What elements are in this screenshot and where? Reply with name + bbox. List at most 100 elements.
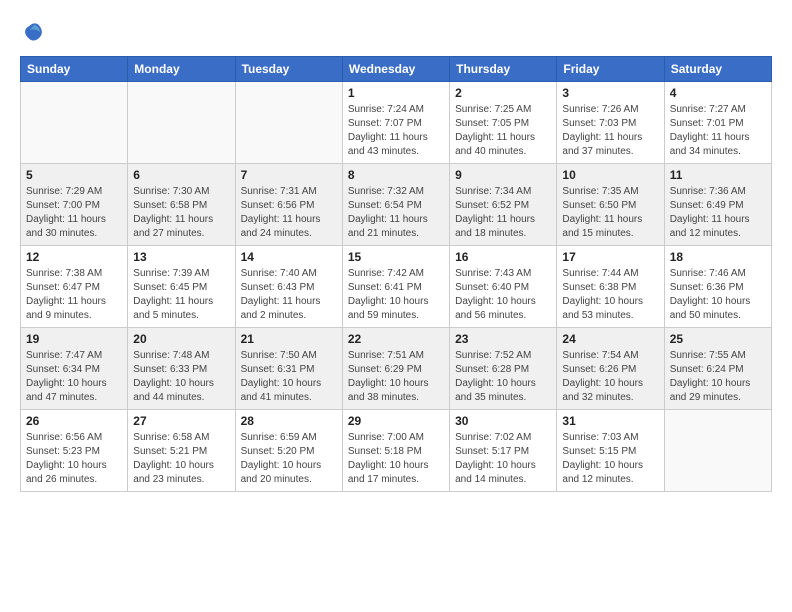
day-number: 25 — [670, 332, 766, 346]
calendar-day-cell: 10Sunrise: 7:35 AMSunset: 6:50 PMDayligh… — [557, 164, 664, 246]
calendar-day-cell: 16 Sunrise: 7:43 AMSunset: 6:40 PMDayligh… — [450, 246, 557, 328]
day-info: Sunrise: 7:43 AMSunset: 6:40 PMDaylight:… — [455, 267, 551, 323]
calendar-week-row: 12 Sunrise: 7:38 AMSunset: 6:47 PMDayligh… — [21, 246, 772, 328]
day-number: 4 — [670, 86, 766, 100]
calendar-week-row: 5 Sunrise: 7:29 AMSunset: 7:00 PMDaylight… — [21, 164, 772, 246]
day-info: Sunrise: 7:39 AMSunset: 6:45 PMDaylight:… — [133, 267, 229, 323]
day-info: Sunrise: 7:51 AMSunset: 6:29 PMDaylight:… — [348, 349, 444, 405]
day-info: Sunrise: 7:31 AMSunset: 6:56 PMDaylight:… — [241, 185, 337, 241]
day-number: 3 — [562, 86, 658, 100]
day-number: 1 — [348, 86, 444, 100]
calendar-day-cell: 3 Sunrise: 7:26 AMSunset: 7:03 PMDaylight… — [557, 82, 664, 164]
day-number: 27 — [133, 414, 229, 428]
day-number: 13 — [133, 250, 229, 264]
calendar-day-cell: 31 Sunrise: 7:03 AMSunset: 5:15 PMDayligh… — [557, 410, 664, 492]
day-number: 31 — [562, 414, 658, 428]
calendar-day-cell: 29 Sunrise: 7:00 AMSunset: 5:18 PMDayligh… — [342, 410, 449, 492]
day-number: 26 — [26, 414, 122, 428]
day-number: 28 — [241, 414, 337, 428]
day-info: Sunrise: 7:27 AMSunset: 7:01 PMDaylight:… — [670, 103, 766, 159]
day-info: Sunrise: 7:44 AMSunset: 6:38 PMDaylight:… — [562, 267, 658, 323]
day-number: 17 — [562, 250, 658, 264]
calendar-day-cell: 27 Sunrise: 6:58 AMSunset: 5:21 PMDayligh… — [128, 410, 235, 492]
day-info: Sunrise: 7:32 AMSunset: 6:54 PMDaylight:… — [348, 185, 444, 241]
calendar-day-cell: 19 Sunrise: 7:47 AMSunset: 6:34 PMDayligh… — [21, 328, 128, 410]
page-container: SundayMondayTuesdayWednesdayThursdayFrid… — [0, 0, 792, 512]
day-number: 9 — [455, 168, 551, 182]
day-number: 11 — [670, 168, 766, 182]
calendar-day-cell: 22 Sunrise: 7:51 AMSunset: 6:29 PMDayligh… — [342, 328, 449, 410]
day-number: 22 — [348, 332, 444, 346]
day-info: Sunrise: 7:24 AMSunset: 7:07 PMDaylight:… — [348, 103, 444, 159]
calendar-header-row: SundayMondayTuesdayWednesdayThursdayFrid… — [21, 57, 772, 82]
calendar-day-cell: 9 Sunrise: 7:34 AMSunset: 6:52 PMDaylight… — [450, 164, 557, 246]
logo-icon — [20, 20, 44, 44]
calendar-day-header: Saturday — [664, 57, 771, 82]
day-number: 2 — [455, 86, 551, 100]
day-number: 15 — [348, 250, 444, 264]
calendar-day-cell: 4 Sunrise: 7:27 AMSunset: 7:01 PMDaylight… — [664, 82, 771, 164]
calendar-day-cell: 23Sunrise: 7:52 AMSunset: 6:28 PMDayligh… — [450, 328, 557, 410]
calendar-day-cell: 12 Sunrise: 7:38 AMSunset: 6:47 PMDayligh… — [21, 246, 128, 328]
calendar-day-cell: 5 Sunrise: 7:29 AMSunset: 7:00 PMDaylight… — [21, 164, 128, 246]
day-number: 10 — [562, 168, 658, 182]
calendar-day-cell: 8 Sunrise: 7:32 AMSunset: 6:54 PMDaylight… — [342, 164, 449, 246]
day-number: 19 — [26, 332, 122, 346]
calendar-day-header: Friday — [557, 57, 664, 82]
day-info: Sunrise: 7:40 AMSunset: 6:43 PMDaylight:… — [241, 267, 337, 323]
day-number: 24 — [562, 332, 658, 346]
calendar-day-cell: 17 Sunrise: 7:44 AMSunset: 6:38 PMDayligh… — [557, 246, 664, 328]
day-number: 5 — [26, 168, 122, 182]
calendar-day-cell: 14Sunrise: 7:40 AMSunset: 6:43 PMDayligh… — [235, 246, 342, 328]
day-info: Sunrise: 7:26 AMSunset: 7:03 PMDaylight:… — [562, 103, 658, 159]
calendar-week-row: 26 Sunrise: 6:56 AMSunset: 5:23 PMDayligh… — [21, 410, 772, 492]
day-info: Sunrise: 7:36 AMSunset: 6:49 PMDaylight:… — [670, 185, 766, 241]
calendar-day-cell: 21Sunrise: 7:50 AMSunset: 6:31 PMDayligh… — [235, 328, 342, 410]
logo — [20, 20, 48, 44]
day-info: Sunrise: 7:52 AMSunset: 6:28 PMDaylight:… — [455, 349, 551, 405]
day-number: 7 — [241, 168, 337, 182]
calendar-day-cell — [128, 82, 235, 164]
day-number: 18 — [670, 250, 766, 264]
calendar-day-cell: 24 Sunrise: 7:54 AMSunset: 6:26 PMDayligh… — [557, 328, 664, 410]
calendar-week-row: 19 Sunrise: 7:47 AMSunset: 6:34 PMDayligh… — [21, 328, 772, 410]
day-number: 16 — [455, 250, 551, 264]
day-info: Sunrise: 7:00 AMSunset: 5:18 PMDaylight:… — [348, 431, 444, 487]
calendar-day-cell: 28 Sunrise: 6:59 AMSunset: 5:20 PMDayligh… — [235, 410, 342, 492]
day-number: 20 — [133, 332, 229, 346]
day-info: Sunrise: 6:58 AMSunset: 5:21 PMDaylight:… — [133, 431, 229, 487]
day-number: 30 — [455, 414, 551, 428]
calendar-day-cell: 2Sunrise: 7:25 AMSunset: 7:05 PMDaylight… — [450, 82, 557, 164]
calendar-table: SundayMondayTuesdayWednesdayThursdayFrid… — [20, 56, 772, 492]
calendar-day-cell: 26 Sunrise: 6:56 AMSunset: 5:23 PMDayligh… — [21, 410, 128, 492]
day-number: 29 — [348, 414, 444, 428]
day-info: Sunrise: 7:54 AMSunset: 6:26 PMDaylight:… — [562, 349, 658, 405]
calendar-day-header: Sunday — [21, 57, 128, 82]
day-number: 8 — [348, 168, 444, 182]
day-info: Sunrise: 7:29 AMSunset: 7:00 PMDaylight:… — [26, 185, 122, 241]
day-info: Sunrise: 6:56 AMSunset: 5:23 PMDaylight:… — [26, 431, 122, 487]
day-info: Sunrise: 7:02 AMSunset: 5:17 PMDaylight:… — [455, 431, 551, 487]
calendar-day-cell — [664, 410, 771, 492]
calendar-day-header: Monday — [128, 57, 235, 82]
day-info: Sunrise: 7:46 AMSunset: 6:36 PMDaylight:… — [670, 267, 766, 323]
day-number: 12 — [26, 250, 122, 264]
day-number: 21 — [241, 332, 337, 346]
calendar-day-cell: 15 Sunrise: 7:42 AMSunset: 6:41 PMDayligh… — [342, 246, 449, 328]
calendar-day-cell: 7 Sunrise: 7:31 AMSunset: 6:56 PMDaylight… — [235, 164, 342, 246]
day-info: Sunrise: 7:34 AMSunset: 6:52 PMDaylight:… — [455, 185, 551, 241]
day-info: Sunrise: 7:30 AMSunset: 6:58 PMDaylight:… — [133, 185, 229, 241]
calendar-day-cell: 30 Sunrise: 7:02 AMSunset: 5:17 PMDayligh… — [450, 410, 557, 492]
calendar-day-cell — [21, 82, 128, 164]
day-info: Sunrise: 7:55 AMSunset: 6:24 PMDaylight:… — [670, 349, 766, 405]
calendar-day-cell — [235, 82, 342, 164]
day-info: Sunrise: 7:47 AMSunset: 6:34 PMDaylight:… — [26, 349, 122, 405]
day-info: Sunrise: 6:59 AMSunset: 5:20 PMDaylight:… — [241, 431, 337, 487]
calendar-day-cell: 1 Sunrise: 7:24 AMSunset: 7:07 PMDaylight… — [342, 82, 449, 164]
calendar-day-header: Tuesday — [235, 57, 342, 82]
day-info: Sunrise: 7:03 AMSunset: 5:15 PMDaylight:… — [562, 431, 658, 487]
day-info: Sunrise: 7:38 AMSunset: 6:47 PMDaylight:… — [26, 267, 122, 323]
day-info: Sunrise: 7:42 AMSunset: 6:41 PMDaylight:… — [348, 267, 444, 323]
calendar-day-header: Wednesday — [342, 57, 449, 82]
calendar-day-header: Thursday — [450, 57, 557, 82]
